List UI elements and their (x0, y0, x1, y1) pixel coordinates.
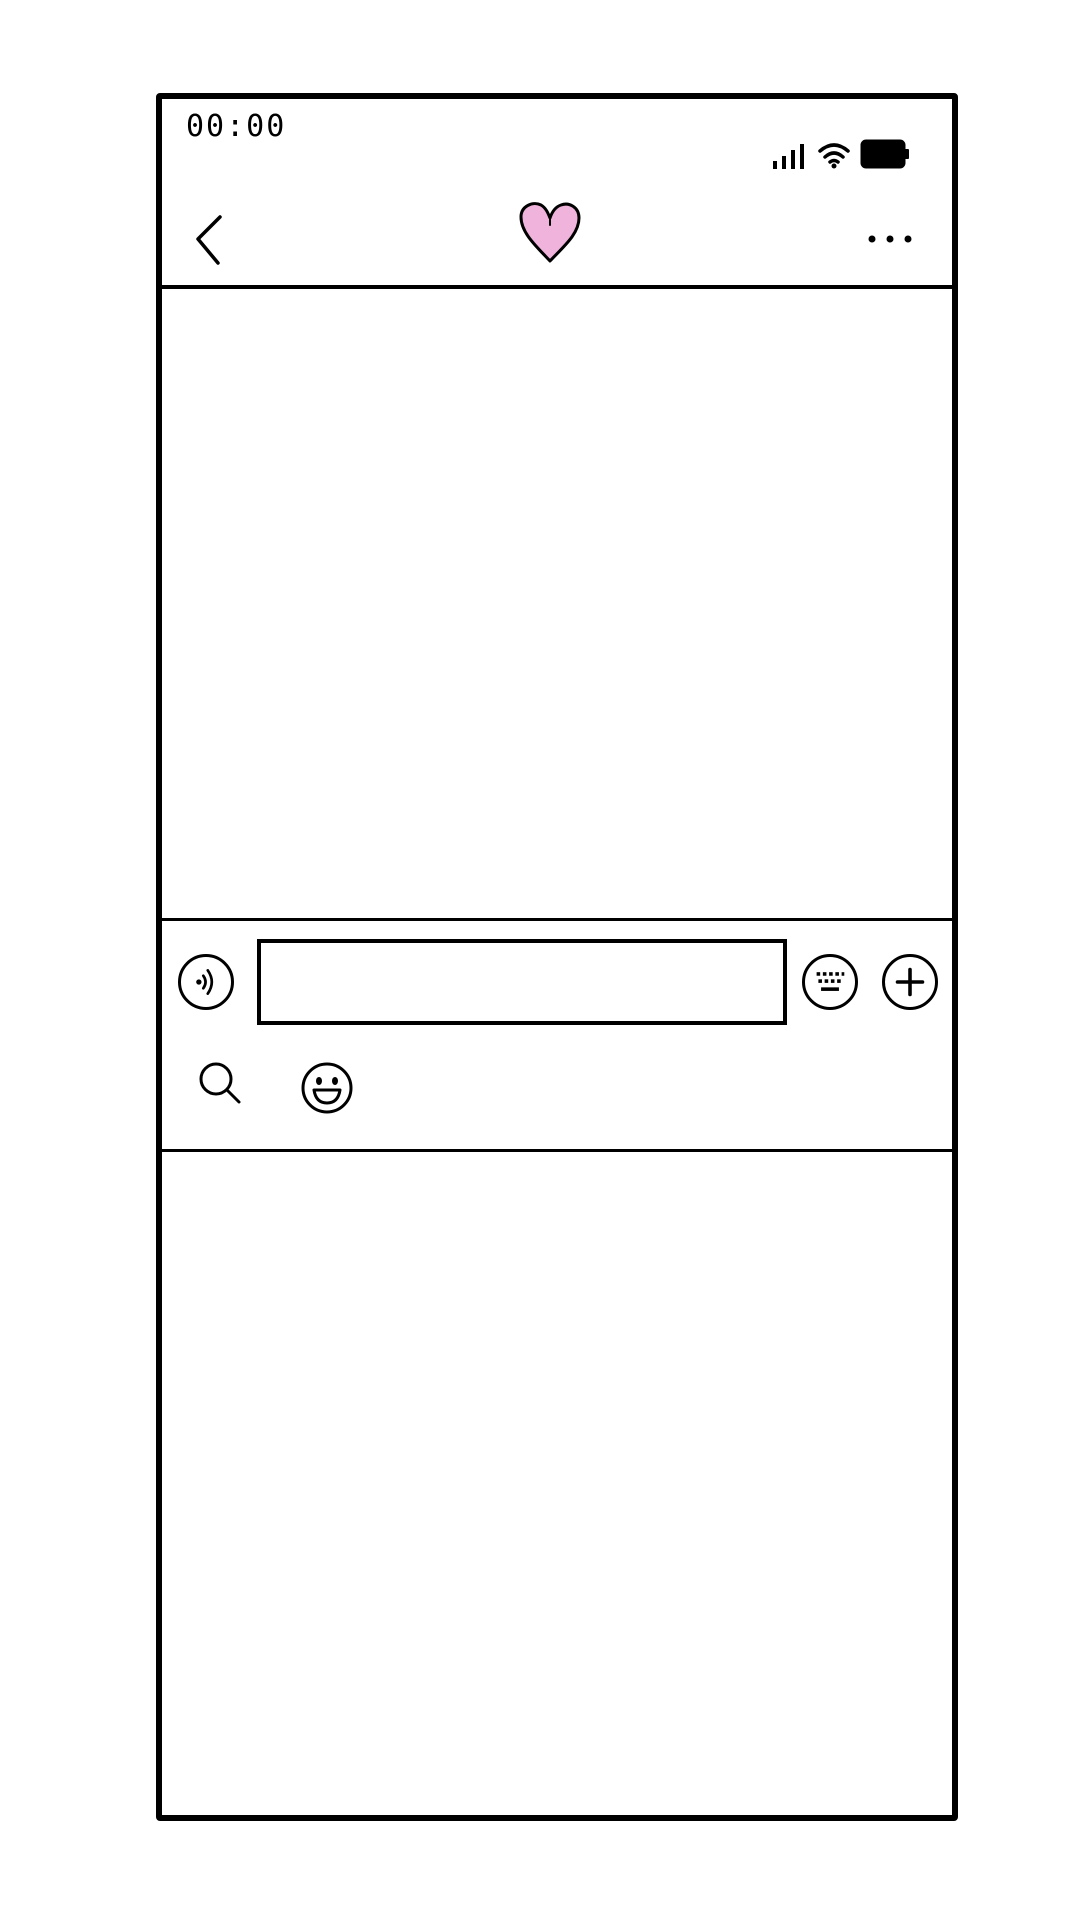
message-area[interactable] (162, 289, 952, 918)
bottom-panel (162, 1152, 952, 1815)
wifi-icon (818, 143, 850, 169)
chevron-left-icon[interactable] (190, 213, 230, 267)
status-time: 00:00 (186, 109, 287, 144)
search-icon[interactable] (196, 1059, 244, 1107)
status-icons (772, 135, 912, 169)
message-input[interactable] (257, 939, 787, 1025)
signal-icon (773, 144, 804, 169)
voice-icon (196, 969, 214, 995)
nav-bar (162, 189, 952, 289)
emoji-icon[interactable] (300, 1061, 354, 1115)
voice-button[interactable] (178, 954, 234, 1010)
battery-icon (860, 139, 909, 169)
add-button[interactable] (882, 954, 938, 1010)
plus-icon (895, 967, 925, 997)
keyboard-icon (816, 972, 845, 991)
phone-frame: 00:00 (156, 93, 958, 1821)
heart-icon (519, 202, 581, 263)
input-bar (162, 921, 952, 1149)
keyboard-button[interactable] (802, 954, 858, 1010)
ellipsis-icon[interactable] (864, 219, 916, 259)
